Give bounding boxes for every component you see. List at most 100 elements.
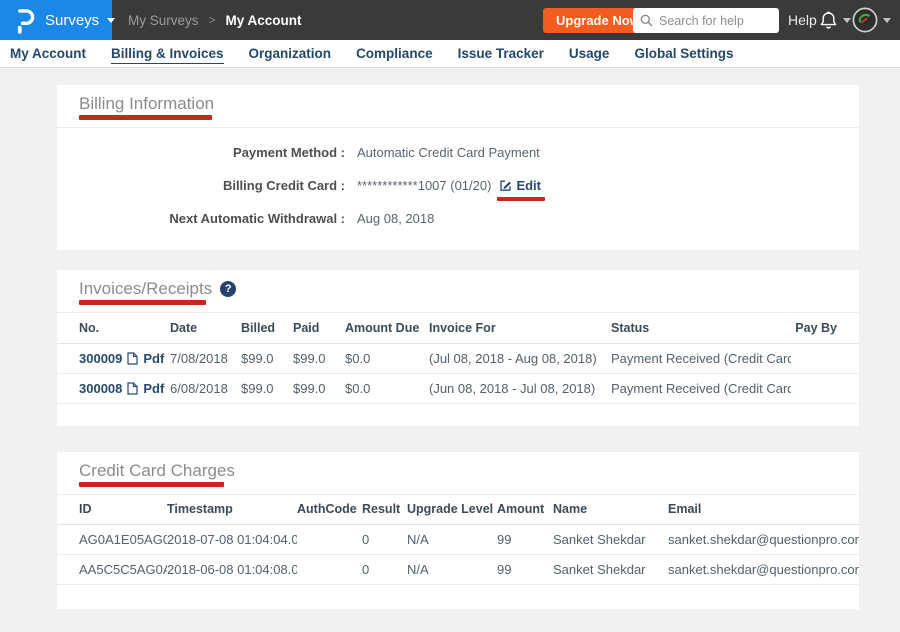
col-status: Status <box>611 313 791 343</box>
billing-information-card: Billing Information Payment Method : Aut… <box>57 85 859 250</box>
section-title: Credit Card Charges <box>79 461 837 480</box>
billing-info-rows: Payment Method : Automatic Credit Card P… <box>57 128 859 250</box>
credit-card-charges-header: Credit Card Charges <box>57 452 859 495</box>
col-timestamp: Timestamp <box>167 495 297 525</box>
chevron-down-icon <box>107 18 115 23</box>
col-upgrade-level: Upgrade Level <box>407 495 497 525</box>
invoices-receipts-card: Invoices/Receipts ? No. Date Billed Paid… <box>57 270 859 426</box>
invoice-date: 7/08/2018 <box>170 343 241 373</box>
charge-email: sanket.shekdar@questionpro.com <box>668 555 859 585</box>
invoice-status: Payment Received (Credit Card) <box>611 343 791 373</box>
table-row: AA5C5C5AG0A 2018-06-08 01:04:08.0 0 N/A … <box>57 555 859 585</box>
annotation-underline <box>79 300 206 305</box>
invoice-paid: $99.0 <box>293 373 345 403</box>
payment-method-value: Automatic Credit Card Payment <box>357 143 540 162</box>
charge-name: Sanket Shekdar <box>553 525 668 555</box>
invoice-status: Payment Received (Credit Card) <box>611 373 791 403</box>
col-name: Name <box>553 495 668 525</box>
col-amount-due: Amount Due <box>345 313 429 343</box>
invoice-date: 6/08/2018 <box>170 373 241 403</box>
tab-organization[interactable]: Organization <box>249 46 332 61</box>
invoices-header-row: No. Date Billed Paid Amount Due Invoice … <box>57 313 859 343</box>
breadcrumb: My Surveys > My Account <box>128 0 302 40</box>
invoice-for: (Jul 08, 2018 - Aug 08, 2018) <box>429 343 611 373</box>
invoice-pay-by <box>791 373 859 403</box>
pdf-link[interactable]: Pdf <box>143 351 164 366</box>
annotation-underline <box>79 115 212 120</box>
col-date: Date <box>170 313 241 343</box>
charge-upgrade-level: N/A <box>407 555 497 585</box>
tab-billing-invoices[interactable]: Billing & Invoices <box>111 46 224 61</box>
invoice-number-link[interactable]: 300009 <box>79 351 122 366</box>
invoice-for: (Jun 08, 2018 - Jul 08, 2018) <box>429 373 611 403</box>
charge-id: AG0A1E05AG0A <box>57 525 167 555</box>
billing-information-header: Billing Information <box>57 85 859 128</box>
top-bar: Surveys My Surveys > My Account Upgrade … <box>0 0 900 40</box>
charge-upgrade-level: N/A <box>407 525 497 555</box>
breadcrumb-separator-icon: > <box>209 13 216 27</box>
col-authcode: AuthCode <box>297 495 362 525</box>
col-paid: Paid <box>293 313 345 343</box>
charges-table: ID Timestamp AuthCode Result Upgrade Lev… <box>57 495 859 586</box>
tab-my-account[interactable]: My Account <box>10 46 86 61</box>
section-title: Invoices/Receipts <box>79 279 212 298</box>
next-withdrawal-value: Aug 08, 2018 <box>357 209 434 228</box>
breadcrumb-parent[interactable]: My Surveys <box>128 13 199 28</box>
invoice-amount-due: $0.0 <box>345 373 429 403</box>
col-pay-by: Pay By <box>791 313 859 343</box>
user-menu[interactable] <box>852 0 891 40</box>
search-icon <box>640 14 653 27</box>
questionpro-logo-icon <box>14 6 35 34</box>
col-result: Result <box>362 495 407 525</box>
billing-page: Billing Information Payment Method : Aut… <box>0 68 900 609</box>
invoice-paid: $99.0 <box>293 343 345 373</box>
charge-id: AA5C5C5AG0A <box>57 555 167 585</box>
notifications-menu[interactable] <box>819 0 851 40</box>
charge-result: 0 <box>362 525 407 555</box>
help-search[interactable] <box>633 8 779 33</box>
col-no: No. <box>57 313 170 343</box>
charge-name: Sanket Shekdar <box>553 555 668 585</box>
invoices-table: No. Date Billed Paid Amount Due Invoice … <box>57 313 859 404</box>
billing-credit-card-value: ************1007 (01/20) <box>357 176 491 195</box>
product-menu[interactable]: Surveys <box>0 0 112 40</box>
payment-method-label: Payment Method : <box>79 143 345 162</box>
help-icon[interactable]: ? <box>220 281 236 297</box>
tab-issue-tracker[interactable]: Issue Tracker <box>458 46 544 61</box>
annotation-underline <box>79 482 224 487</box>
tab-global-settings[interactable]: Global Settings <box>634 46 733 61</box>
col-amount: Amount <box>497 495 553 525</box>
next-withdrawal-row: Next Automatic Withdrawal : Aug 08, 2018 <box>79 209 837 228</box>
avatar <box>852 7 878 33</box>
credit-card-charges-card: Credit Card Charges ID Timestamp AuthCod… <box>57 452 859 610</box>
invoice-billed: $99.0 <box>241 343 293 373</box>
help-link[interactable]: Help <box>788 0 817 40</box>
col-id: ID <box>57 495 167 525</box>
col-email: Email <box>668 495 859 525</box>
table-row: AG0A1E05AG0A 2018-07-08 01:04:04.0 0 N/A… <box>57 525 859 555</box>
chevron-down-icon <box>883 18 891 23</box>
breadcrumb-current: My Account <box>226 13 302 28</box>
pdf-link[interactable]: Pdf <box>143 381 164 396</box>
search-input[interactable] <box>659 14 769 28</box>
chevron-down-icon <box>843 18 851 23</box>
edit-pencil-icon <box>499 179 512 192</box>
edit-credit-card-link[interactable]: Edit <box>499 176 541 195</box>
billing-credit-card-row: Billing Credit Card : ************1007 (… <box>79 176 837 195</box>
tab-usage[interactable]: Usage <box>569 46 610 61</box>
bell-icon <box>819 10 838 31</box>
col-billed: Billed <box>241 313 293 343</box>
col-invoice-for: Invoice For <box>429 313 611 343</box>
charge-email: sanket.shekdar@questionpro.com <box>668 525 859 555</box>
charge-amount: 99 <box>497 555 553 585</box>
invoice-number-link[interactable]: 300008 <box>79 381 122 396</box>
billing-credit-card-label: Billing Credit Card : <box>79 176 345 195</box>
edit-label: Edit <box>516 176 541 195</box>
annotation-underline <box>497 197 545 201</box>
tab-compliance[interactable]: Compliance <box>356 46 433 61</box>
table-row: 300009 Pdf 7/08/2018 $99.0 $99 <box>57 343 859 373</box>
charge-authcode <box>297 555 362 585</box>
charge-timestamp: 2018-06-08 01:04:08.0 <box>167 555 297 585</box>
product-label: Surveys <box>45 12 99 29</box>
charge-authcode <box>297 525 362 555</box>
